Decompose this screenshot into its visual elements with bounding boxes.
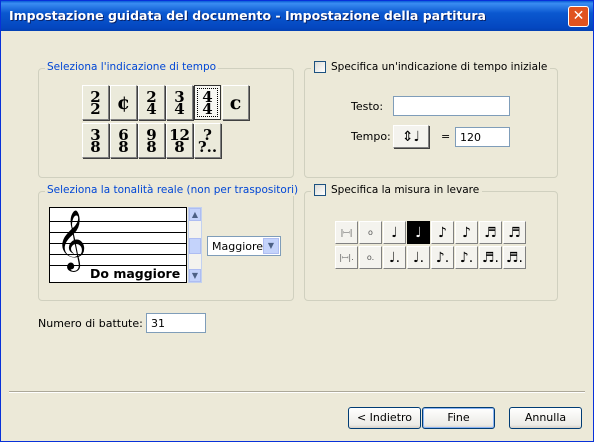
scroll-up-arrow-icon[interactable]: ▲: [189, 208, 201, 221]
key-mode-select[interactable]: Maggiore ▼: [207, 236, 281, 256]
window-title: Impostazione guidata del documento - Imp…: [9, 8, 486, 23]
pickup-checkbox[interactable]: Specifica la misura in levare: [311, 184, 483, 196]
pickup-note-button[interactable]: ♩.: [383, 246, 406, 269]
measures-input[interactable]: 31: [146, 313, 206, 333]
pickup-note-button[interactable]: ♩: [407, 221, 430, 244]
time-signature-group-label: Seleziona l'indicazione di tempo: [45, 61, 219, 73]
time-signature-denominator: 4: [146, 99, 157, 118]
time-signature-denominator: 4: [202, 99, 213, 118]
time-signature-button[interactable]: 44: [194, 85, 221, 120]
pickup-note-button[interactable]: ♬.: [479, 246, 502, 269]
tempo-value-input[interactable]: 120: [455, 127, 510, 147]
pickup-note-button[interactable]: ♪: [455, 221, 478, 244]
equals-sign: =: [441, 130, 451, 143]
pickup-checkbox-label: Specifica la misura in levare: [331, 184, 480, 196]
initial-tempo-checkbox[interactable]: Specifica un'indicazione di tempo inizia…: [311, 61, 551, 73]
pickup-note-button[interactable]: ♩.: [407, 246, 430, 269]
tempo-text-input[interactable]: [393, 96, 510, 116]
time-signature-denominator: 2: [90, 99, 101, 118]
tempo-text-label: Testo:: [351, 100, 384, 113]
time-signature-symbol: ¢: [116, 91, 131, 114]
back-button[interactable]: < Indietro: [348, 407, 421, 429]
checkbox-box: [314, 184, 326, 196]
time-signature-button[interactable]: c: [222, 85, 249, 120]
time-signature-button[interactable]: 34: [166, 85, 193, 120]
time-signature-button[interactable]: 24: [138, 85, 165, 120]
time-signature-button[interactable]: ??..: [194, 123, 221, 158]
checkbox-box: [314, 61, 326, 73]
key-name: Do maggiore: [88, 266, 183, 281]
tempo-note-button[interactable]: ⇕♩: [393, 125, 429, 148]
time-signature-button[interactable]: ¢: [110, 85, 137, 120]
pickup-note-button[interactable]: ♪: [431, 221, 454, 244]
separator: [9, 391, 585, 393]
key-mode-value: Maggiore: [212, 240, 264, 253]
scroll-down-arrow-icon[interactable]: ▼: [189, 269, 201, 282]
pickup-note-button[interactable]: o: [359, 221, 382, 244]
time-signature-symbol: c: [229, 91, 242, 114]
measures-label: Numero di battute:: [38, 317, 143, 330]
initial-tempo-group: Specifica un'indicazione di tempo inizia…: [304, 61, 558, 178]
pickup-note-button[interactable]: o.: [359, 246, 382, 269]
time-signature-denominator: 8: [118, 137, 129, 156]
pickup-note-button[interactable]: ♩: [383, 221, 406, 244]
pickup-note-button[interactable]: |𝄩|: [335, 221, 358, 244]
time-signature-denominator: 8: [146, 137, 157, 156]
time-signature-button[interactable]: 22: [82, 85, 109, 120]
finish-button[interactable]: Fine: [422, 407, 495, 429]
initial-tempo-checkbox-label: Specifica un'indicazione di tempo inizia…: [331, 61, 548, 73]
time-signature-denominator: 4: [174, 99, 185, 118]
close-button[interactable]: ✕: [568, 6, 589, 27]
pickup-note-button[interactable]: ♬: [503, 221, 526, 244]
time-signature-button[interactable]: 12 8: [166, 123, 193, 158]
pickup-note-button[interactable]: ♪.: [455, 246, 478, 269]
chevron-down-icon[interactable]: ▼: [263, 238, 279, 254]
dialog-window: Impostazione guidata del documento - Imp…: [0, 0, 594, 442]
treble-clef-icon: 𝄞: [56, 210, 87, 270]
tempo-label: Tempo:: [351, 130, 391, 143]
time-signature-denominator: 8: [174, 137, 185, 156]
cancel-button[interactable]: Annulla: [509, 407, 582, 429]
pickup-note-button[interactable]: ♬: [479, 221, 502, 244]
pickup-note-button[interactable]: ♬.: [503, 246, 526, 269]
key-scrollbar[interactable]: ▲ ▼: [188, 207, 202, 283]
key-signature-staff[interactable]: 𝄞 Do maggiore: [49, 207, 187, 283]
time-signature-denominator: 8: [90, 137, 101, 156]
key-signature-group-label: Seleziona la tonalità reale (non per tra…: [45, 184, 301, 196]
time-signature-button[interactable]: 68: [110, 123, 137, 158]
time-signature-button[interactable]: 98: [138, 123, 165, 158]
pickup-note-button[interactable]: |𝄩|.: [335, 246, 358, 269]
time-signature-button[interactable]: 38: [82, 123, 109, 158]
time-signature-denominator: ?..: [197, 137, 218, 156]
scroll-thumb[interactable]: [189, 238, 201, 254]
title-bar: Impostazione guidata del documento - Imp…: [1, 1, 593, 31]
pickup-note-button[interactable]: ♪.: [431, 246, 454, 269]
